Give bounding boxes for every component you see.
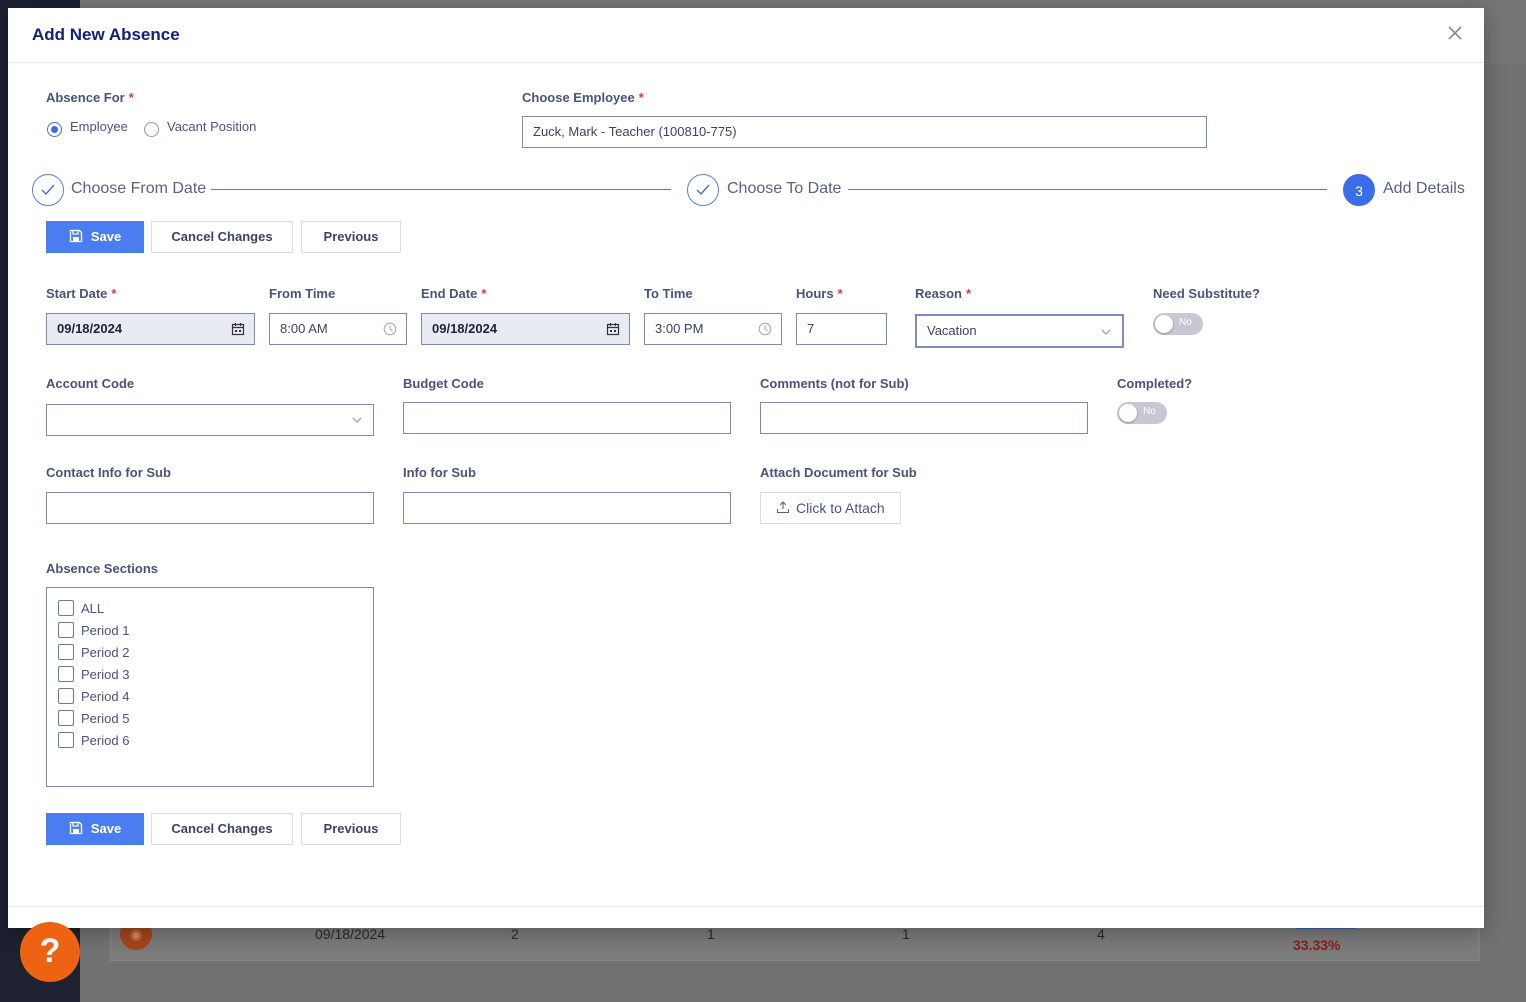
end-date-input[interactable]: 09/18/2024 (421, 313, 630, 345)
checkbox-label: Period 3 (81, 667, 130, 682)
save-button[interactable]: Save (46, 221, 144, 253)
to-time-label: To Time (644, 286, 693, 301)
checkbox-label: ALL (81, 601, 105, 616)
checkbox[interactable] (58, 732, 74, 748)
step-2-label: Choose To Date (727, 180, 842, 197)
absence-sections-label: Absence Sections (46, 561, 158, 576)
calendar-icon[interactable] (606, 322, 620, 336)
save-icon (69, 821, 82, 835)
step-connector (848, 189, 1327, 190)
step-3-number: 3 (1343, 174, 1375, 206)
attach-document-label: Attach Document for Sub (760, 465, 917, 480)
row-value: 1 (902, 926, 910, 942)
step-connector (211, 189, 671, 190)
cancel-changes-button[interactable]: Cancel Changes (151, 221, 293, 253)
completed-label: Completed? (1117, 376, 1193, 391)
add-absence-modal: Add New Absence Absence For * Employee Va… (8, 8, 1484, 928)
need-substitute-label: Need Substitute? (1153, 286, 1260, 301)
clock-icon[interactable] (383, 322, 397, 336)
hours-input[interactable]: 7 (796, 313, 887, 345)
checkbox-label: Period 1 (81, 623, 130, 638)
checkbox[interactable] (58, 622, 74, 638)
choose-employee-label: Choose Employee * (522, 90, 644, 105)
save-button[interactable]: Save (46, 813, 144, 845)
calendar-icon[interactable] (231, 322, 245, 336)
modal-header: Add New Absence (8, 8, 1484, 63)
attach-button[interactable]: Click to Attach (760, 492, 901, 524)
checkbox-label: Period 5 (81, 711, 130, 726)
checkbox[interactable] (58, 644, 74, 660)
employee-input[interactable]: Zuck, Mark - Teacher (100810-775) (522, 116, 1207, 148)
step-2-check-icon (687, 174, 719, 206)
checkbox[interactable] (58, 666, 74, 682)
contact-info-input[interactable] (46, 492, 374, 524)
radio-employee-label: Employee (70, 119, 128, 134)
step-1-check-icon (32, 174, 64, 206)
checkbox[interactable] (58, 600, 74, 616)
row-value: 2 (511, 926, 519, 942)
absence-for-label: Absence For * (46, 90, 134, 105)
checkbox[interactable] (58, 688, 74, 704)
row-date: 09/18/2024 (315, 926, 386, 942)
step-3-label: Add Details (1383, 180, 1465, 197)
radio-vacant-position[interactable] (144, 122, 159, 137)
budget-code-label: Budget Code (403, 376, 484, 391)
row-percent: 33.33% (1293, 937, 1341, 953)
radio-employee[interactable] (47, 122, 62, 137)
toggle-text: No (1143, 406, 1156, 417)
contact-info-label: Contact Info for Sub (46, 465, 171, 480)
radio-vacant-position-label: Vacant Position (167, 119, 257, 134)
comments-label: Comments (not for Sub) (760, 376, 909, 391)
save-icon (69, 229, 82, 243)
chevron-down-icon (1101, 329, 1111, 335)
absence-sections-list: ALL Period 1 Period 2 Period 3 Period 4 … (46, 587, 374, 787)
row-value: 1 (707, 926, 715, 942)
upload-icon (776, 501, 790, 514)
step-1-label: Choose From Date (71, 180, 207, 197)
info-for-sub-label: Info for Sub (403, 465, 476, 480)
reason-select[interactable]: Vacation (915, 314, 1124, 348)
info-for-sub-input[interactable] (403, 492, 731, 524)
checkbox-label: Period 4 (81, 689, 130, 704)
previous-button[interactable]: Previous (301, 221, 401, 253)
from-time-input[interactable]: 8:00 AM (269, 313, 407, 345)
modal-footer-divider (8, 906, 1484, 907)
to-time-input[interactable]: 3:00 PM (644, 313, 782, 345)
start-date-input[interactable]: 09/18/2024 (46, 313, 255, 345)
account-code-select[interactable] (46, 404, 374, 436)
start-date-label: Start Date * (46, 286, 117, 301)
reason-label: Reason * (915, 286, 972, 301)
chevron-down-icon (352, 417, 362, 423)
completed-toggle[interactable]: No (1117, 402, 1167, 424)
row-value: 4 (1097, 926, 1105, 942)
toggle-text: No (1179, 317, 1192, 328)
checkbox-label: Period 6 (81, 733, 130, 748)
close-icon[interactable] (1444, 22, 1466, 44)
budget-code-input[interactable] (403, 402, 731, 434)
from-time-label: From Time (269, 286, 336, 301)
clock-icon[interactable] (758, 322, 772, 336)
account-code-label: Account Code (46, 376, 135, 391)
previous-button[interactable]: Previous (301, 813, 401, 845)
cancel-changes-button[interactable]: Cancel Changes (151, 813, 293, 845)
checkbox-label: Period 2 (81, 645, 130, 660)
comments-input[interactable] (760, 402, 1088, 434)
need-substitute-toggle[interactable]: No (1153, 313, 1203, 335)
hours-label: Hours * (796, 286, 843, 301)
toggle-knob (1119, 404, 1137, 422)
help-button[interactable]: ? (20, 922, 80, 982)
toggle-knob (1155, 315, 1173, 333)
end-date-label: End Date * (421, 286, 487, 301)
modal-title: Add New Absence (32, 25, 180, 44)
checkbox[interactable] (58, 710, 74, 726)
